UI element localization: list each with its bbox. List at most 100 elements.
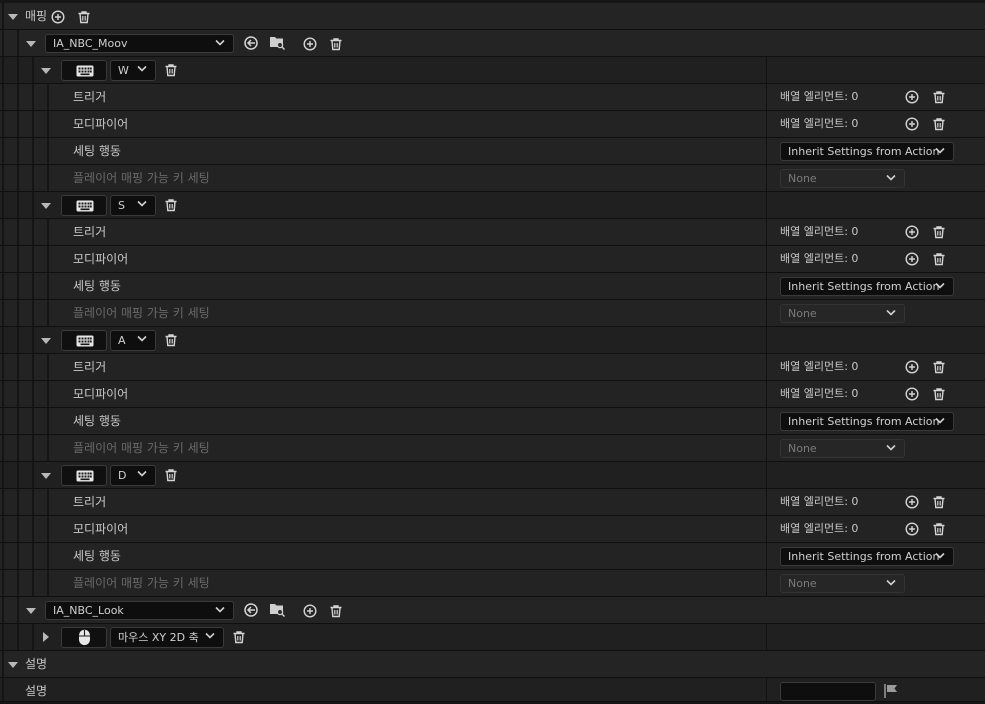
- action-collapse-arrow-icon[interactable]: [26, 608, 36, 614]
- browse-asset-icon[interactable]: [269, 601, 286, 618]
- delete-action-mapping-icon[interactable]: [329, 37, 343, 51]
- property-row: 트리거 배열 엘리먼트: 0: [0, 354, 985, 381]
- array-element-count: 배열 엘리먼트: 0: [780, 252, 859, 265]
- use-selected-asset-icon[interactable]: [243, 35, 259, 51]
- settings-behavior-dropdown-value: Inherit Settings from Action: [788, 550, 940, 563]
- add-key-mapping-icon[interactable]: [303, 37, 317, 51]
- delete-action-mapping-icon[interactable]: [329, 604, 343, 618]
- key-collapse-arrow-icon[interactable]: [41, 68, 51, 74]
- chevron-down-icon: [137, 335, 147, 342]
- add-element-icon[interactable]: [905, 522, 919, 536]
- chevron-down-icon: [137, 470, 147, 477]
- add-element-icon[interactable]: [905, 252, 919, 266]
- add-element-icon[interactable]: [905, 360, 919, 374]
- settings-behavior-dropdown[interactable]: Inherit Settings from Action: [780, 142, 954, 161]
- property-row: 모디파이어 배열 엘리먼트: 0: [0, 111, 985, 138]
- delete-element-icon[interactable]: [932, 90, 946, 104]
- property-label: 세팅 행동: [73, 144, 121, 158]
- key-collapse-arrow-icon[interactable]: [41, 473, 51, 479]
- add-element-icon[interactable]: [905, 225, 919, 239]
- key-dropdown[interactable]: A: [110, 330, 156, 351]
- key-selector-button[interactable]: [61, 465, 107, 486]
- property-label: 플레이어 매핑 가능 키 세팅: [73, 576, 210, 590]
- delete-element-icon[interactable]: [932, 225, 946, 239]
- key-dropdown[interactable]: S: [110, 195, 156, 216]
- player-mappable-key-settings-dropdown: None: [780, 169, 905, 188]
- property-label: 모디파이어: [73, 522, 129, 536]
- key-selector-button[interactable]: [61, 195, 107, 216]
- delete-mapping-icon[interactable]: [77, 10, 91, 24]
- property-label: 모디파이어: [73, 117, 129, 131]
- property-row: 세팅 행동 Inherit Settings from Action: [0, 273, 985, 300]
- mouse-icon: [79, 629, 90, 646]
- use-selected-asset-icon[interactable]: [243, 602, 259, 618]
- delete-key-mapping-icon[interactable]: [164, 63, 178, 77]
- property-label: 트리거: [73, 360, 107, 374]
- delete-element-icon[interactable]: [932, 252, 946, 266]
- property-row: 플레이어 매핑 가능 키 세팅 None: [0, 165, 985, 192]
- property-row: 플레이어 매핑 가능 키 세팅 None: [0, 570, 985, 597]
- player-mappable-key-settings-dropdown-value: None: [788, 442, 817, 455]
- add-element-icon[interactable]: [905, 495, 919, 509]
- input-action-row: IA_NBC_Moov: [0, 30, 985, 57]
- input-action-dropdown[interactable]: IA_NBC_Moov: [45, 34, 234, 53]
- settings-behavior-dropdown-value: Inherit Settings from Action: [788, 415, 940, 428]
- array-element-count: 배열 엘리먼트: 0: [780, 522, 859, 535]
- key-dropdown[interactable]: W: [110, 60, 156, 81]
- property-row: 트리거 배열 엘리먼트: 0: [0, 489, 985, 516]
- key-expand-arrow-icon[interactable]: [43, 632, 49, 642]
- key-collapse-arrow-icon[interactable]: [41, 203, 51, 209]
- delete-key-mapping-icon[interactable]: [232, 630, 246, 644]
- chevron-down-icon: [886, 579, 896, 586]
- key-collapse-arrow-icon[interactable]: [41, 338, 51, 344]
- array-element-count: 배열 엘리먼트: 0: [780, 495, 859, 508]
- add-key-mapping-icon[interactable]: [303, 604, 317, 618]
- chevron-down-icon: [205, 632, 215, 639]
- chevron-down-icon: [886, 444, 896, 451]
- key-dropdown-value: W: [118, 64, 129, 77]
- action-collapse-arrow-icon[interactable]: [26, 41, 36, 47]
- delete-element-icon[interactable]: [932, 495, 946, 509]
- settings-behavior-dropdown[interactable]: Inherit Settings from Action: [780, 277, 954, 296]
- property-row: 모디파이어 배열 엘리먼트: 0: [0, 516, 985, 543]
- description-label: 설명: [25, 684, 48, 698]
- array-element-count: 배열 엘리먼트: 0: [780, 225, 859, 238]
- chevron-down-icon: [886, 174, 896, 181]
- mappings-collapse-arrow-icon[interactable]: [8, 14, 18, 20]
- settings-behavior-dropdown-value: Inherit Settings from Action: [788, 145, 940, 158]
- browse-asset-icon[interactable]: [269, 34, 286, 51]
- add-mapping-icon[interactable]: [51, 10, 65, 24]
- delete-key-mapping-icon[interactable]: [164, 198, 178, 212]
- description-input[interactable]: [780, 682, 876, 701]
- key-dropdown[interactable]: D: [110, 465, 156, 486]
- delete-element-icon[interactable]: [932, 387, 946, 401]
- delete-element-icon[interactable]: [932, 360, 946, 374]
- player-mappable-key-settings-dropdown: None: [780, 574, 905, 593]
- section-title-description: 설명: [25, 657, 48, 671]
- settings-behavior-dropdown[interactable]: Inherit Settings from Action: [780, 547, 954, 566]
- section-header-description: 설명: [0, 651, 985, 678]
- delete-element-icon[interactable]: [932, 522, 946, 536]
- property-label: 플레이어 매핑 가능 키 세팅: [73, 441, 210, 455]
- delete-element-icon[interactable]: [932, 117, 946, 131]
- array-element-count: 배열 엘리먼트: 0: [780, 387, 859, 400]
- key-dropdown-value: S: [118, 199, 125, 212]
- localization-flag-icon[interactable]: [883, 683, 899, 699]
- delete-key-mapping-icon[interactable]: [164, 468, 178, 482]
- add-element-icon[interactable]: [905, 117, 919, 131]
- array-element-count: 배열 엘리먼트: 0: [780, 117, 859, 130]
- chevron-down-icon: [935, 552, 945, 559]
- property-row: 세팅 행동 Inherit Settings from Action: [0, 138, 985, 165]
- description-collapse-arrow-icon[interactable]: [8, 662, 18, 668]
- key-dropdown[interactable]: 마우스 XY 2D 축: [110, 627, 224, 648]
- chevron-down-icon: [886, 309, 896, 316]
- settings-behavior-dropdown[interactable]: Inherit Settings from Action: [780, 412, 954, 431]
- key-selector-button[interactable]: [61, 60, 107, 81]
- add-element-icon[interactable]: [905, 387, 919, 401]
- chevron-down-icon: [935, 147, 945, 154]
- input-action-dropdown[interactable]: IA_NBC_Look: [45, 601, 234, 620]
- key-selector-button[interactable]: [61, 330, 107, 351]
- delete-key-mapping-icon[interactable]: [164, 333, 178, 347]
- key-selector-button[interactable]: [61, 627, 107, 648]
- add-element-icon[interactable]: [905, 90, 919, 104]
